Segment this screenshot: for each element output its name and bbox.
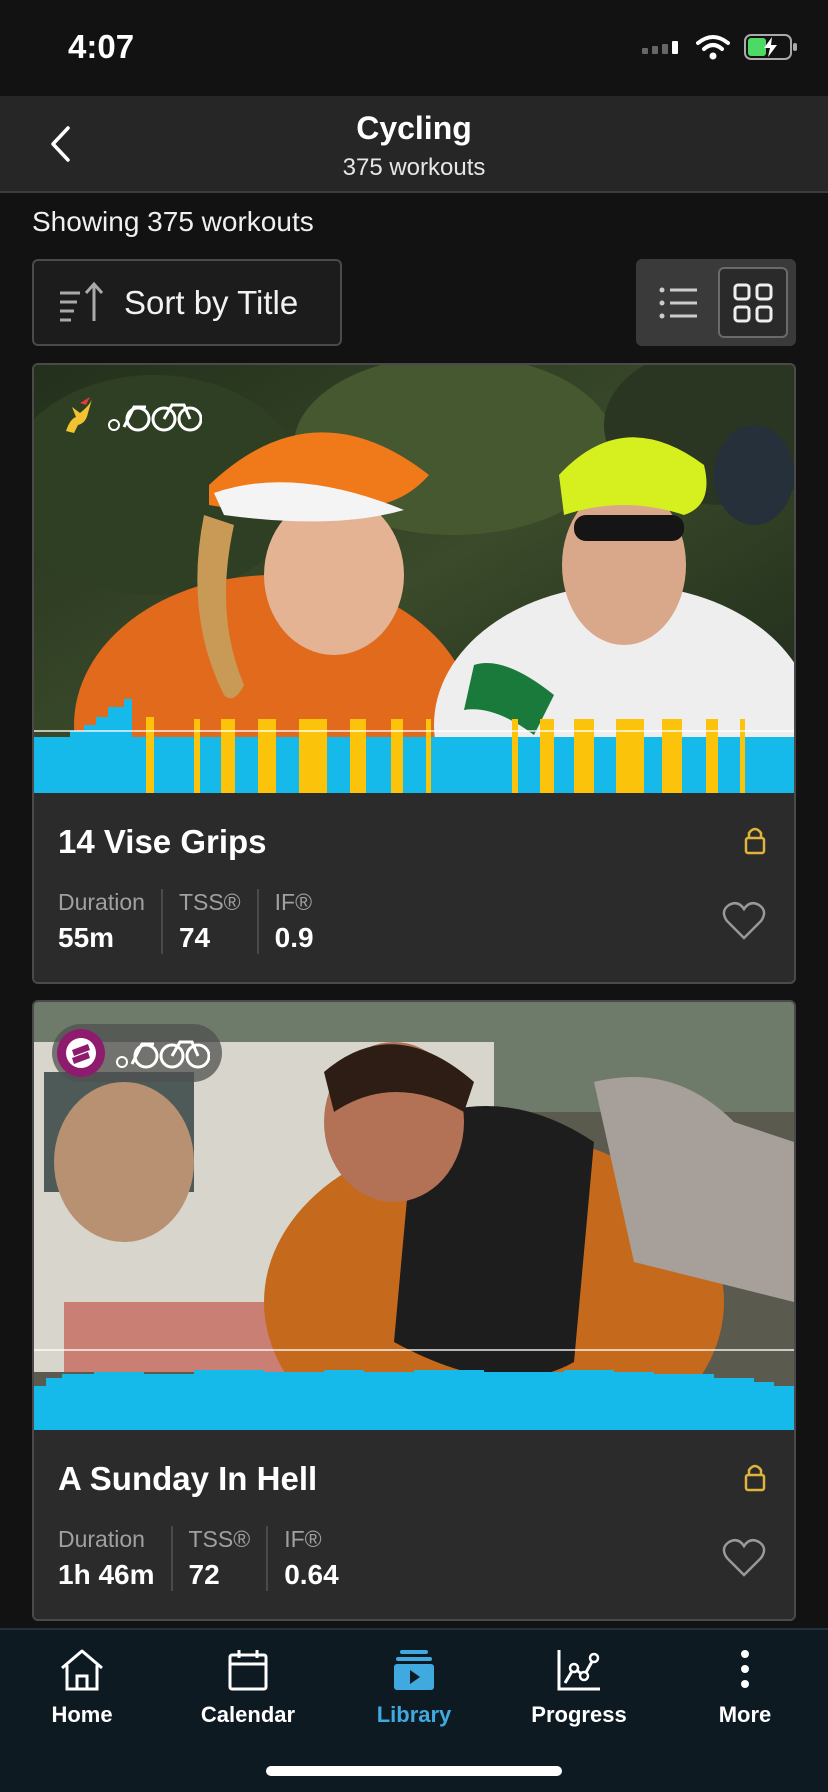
duration-stat: Duration 55m bbox=[58, 889, 163, 954]
workout-badges bbox=[52, 1024, 222, 1082]
favorite-heart-icon[interactable] bbox=[722, 901, 766, 941]
workout-thumbnail bbox=[34, 365, 794, 793]
workout-info: A Sunday In Hell Duration 1h 46m TSS® 72… bbox=[34, 1430, 794, 1619]
duration-stat: Duration 1h 46m bbox=[58, 1526, 173, 1591]
lock-icon bbox=[744, 1464, 766, 1492]
workout-card[interactable]: A Sunday In Hell Duration 1h 46m TSS® 72… bbox=[32, 1000, 796, 1621]
tab-home[interactable]: Home bbox=[7, 1640, 157, 1728]
if-label: IF® bbox=[274, 889, 313, 915]
tss-stat: TSS® 74 bbox=[179, 889, 259, 954]
duration-label: Duration bbox=[58, 889, 145, 915]
bike-indoor-outdoor-icon bbox=[108, 403, 202, 432]
unicorn-icon bbox=[66, 397, 92, 433]
home-icon bbox=[61, 1649, 103, 1691]
page-title: Cycling bbox=[356, 110, 472, 146]
duration-value: 1h 46m bbox=[58, 1559, 155, 1590]
tss-label: TSS® bbox=[188, 1526, 251, 1552]
sort-icon bbox=[60, 281, 104, 321]
workout-thumbnail bbox=[34, 1002, 794, 1430]
sort-label: Sort by Title bbox=[124, 283, 299, 321]
list-icon bbox=[659, 287, 697, 318]
workout-info: 14 Vise Grips Duration 55m TSS® 74 IF® 0… bbox=[34, 793, 794, 982]
tss-label: TSS® bbox=[178, 889, 241, 915]
nav-header: Cycling 375 workouts bbox=[0, 96, 828, 193]
grid-icon bbox=[733, 283, 773, 322]
status-bar: 4:07 bbox=[0, 0, 828, 96]
workout-title: A Sunday In Hell bbox=[58, 1460, 318, 1497]
workout-stats: Duration 1h 46m TSS® 72 IF® 0.64 bbox=[58, 1526, 371, 1591]
results-count: Showing 375 workouts bbox=[32, 206, 314, 237]
more-icon bbox=[741, 1650, 749, 1688]
sufferfest-logo-icon bbox=[57, 1029, 105, 1077]
if-stat: IF® 0.64 bbox=[284, 1526, 355, 1591]
lock-icon bbox=[744, 827, 766, 855]
list-view-button[interactable] bbox=[644, 267, 714, 338]
library-icon bbox=[394, 1650, 434, 1690]
tss-value: 74 bbox=[178, 922, 211, 953]
cellular-signal-icon bbox=[642, 41, 678, 54]
tab-more[interactable]: More bbox=[670, 1640, 820, 1728]
status-icons bbox=[642, 34, 798, 60]
grid-view-button[interactable] bbox=[718, 267, 788, 338]
page-subtitle: 375 workouts bbox=[342, 154, 486, 181]
status-time: 4:07 bbox=[68, 28, 135, 65]
if-value: 0.64 bbox=[284, 1559, 339, 1590]
workout-card[interactable]: 14 Vise Grips Duration 55m TSS® 74 IF® 0… bbox=[32, 363, 796, 984]
if-value: 0.9 bbox=[274, 922, 314, 953]
bike-indoor-outdoor-icon bbox=[116, 1040, 210, 1069]
tab-library[interactable]: Library bbox=[339, 1640, 489, 1728]
favorite-heart-icon[interactable] bbox=[722, 1538, 766, 1578]
workout-stats: Duration 55m TSS® 74 IF® 0.9 bbox=[58, 889, 346, 954]
tab-progress-label: Progress bbox=[531, 1702, 627, 1727]
workout-badges bbox=[52, 387, 214, 445]
workout-title: 14 Vise Grips bbox=[58, 823, 267, 860]
if-stat: IF® 0.9 bbox=[275, 889, 330, 954]
view-toggle bbox=[636, 259, 796, 346]
if-label: IF® bbox=[284, 1526, 322, 1552]
home-indicator bbox=[266, 1766, 562, 1776]
calendar-icon bbox=[228, 1650, 268, 1691]
sort-button[interactable]: Sort by Title bbox=[32, 259, 342, 346]
progress-icon bbox=[557, 1650, 600, 1691]
wifi-icon bbox=[696, 35, 730, 60]
tss-stat: TSS® 72 bbox=[189, 1526, 269, 1591]
battery-charging-icon bbox=[744, 34, 797, 60]
duration-label: Duration bbox=[58, 1526, 145, 1552]
tab-more-label: More bbox=[718, 1702, 772, 1727]
tab-home-label: Home bbox=[51, 1702, 113, 1727]
tab-calendar[interactable]: Calendar bbox=[173, 1640, 323, 1728]
tab-calendar-label: Calendar bbox=[200, 1702, 296, 1727]
tab-progress[interactable]: Progress bbox=[504, 1640, 654, 1728]
tab-library-label: Library bbox=[376, 1702, 452, 1727]
duration-value: 55m bbox=[58, 922, 115, 953]
tss-value: 72 bbox=[188, 1559, 220, 1590]
